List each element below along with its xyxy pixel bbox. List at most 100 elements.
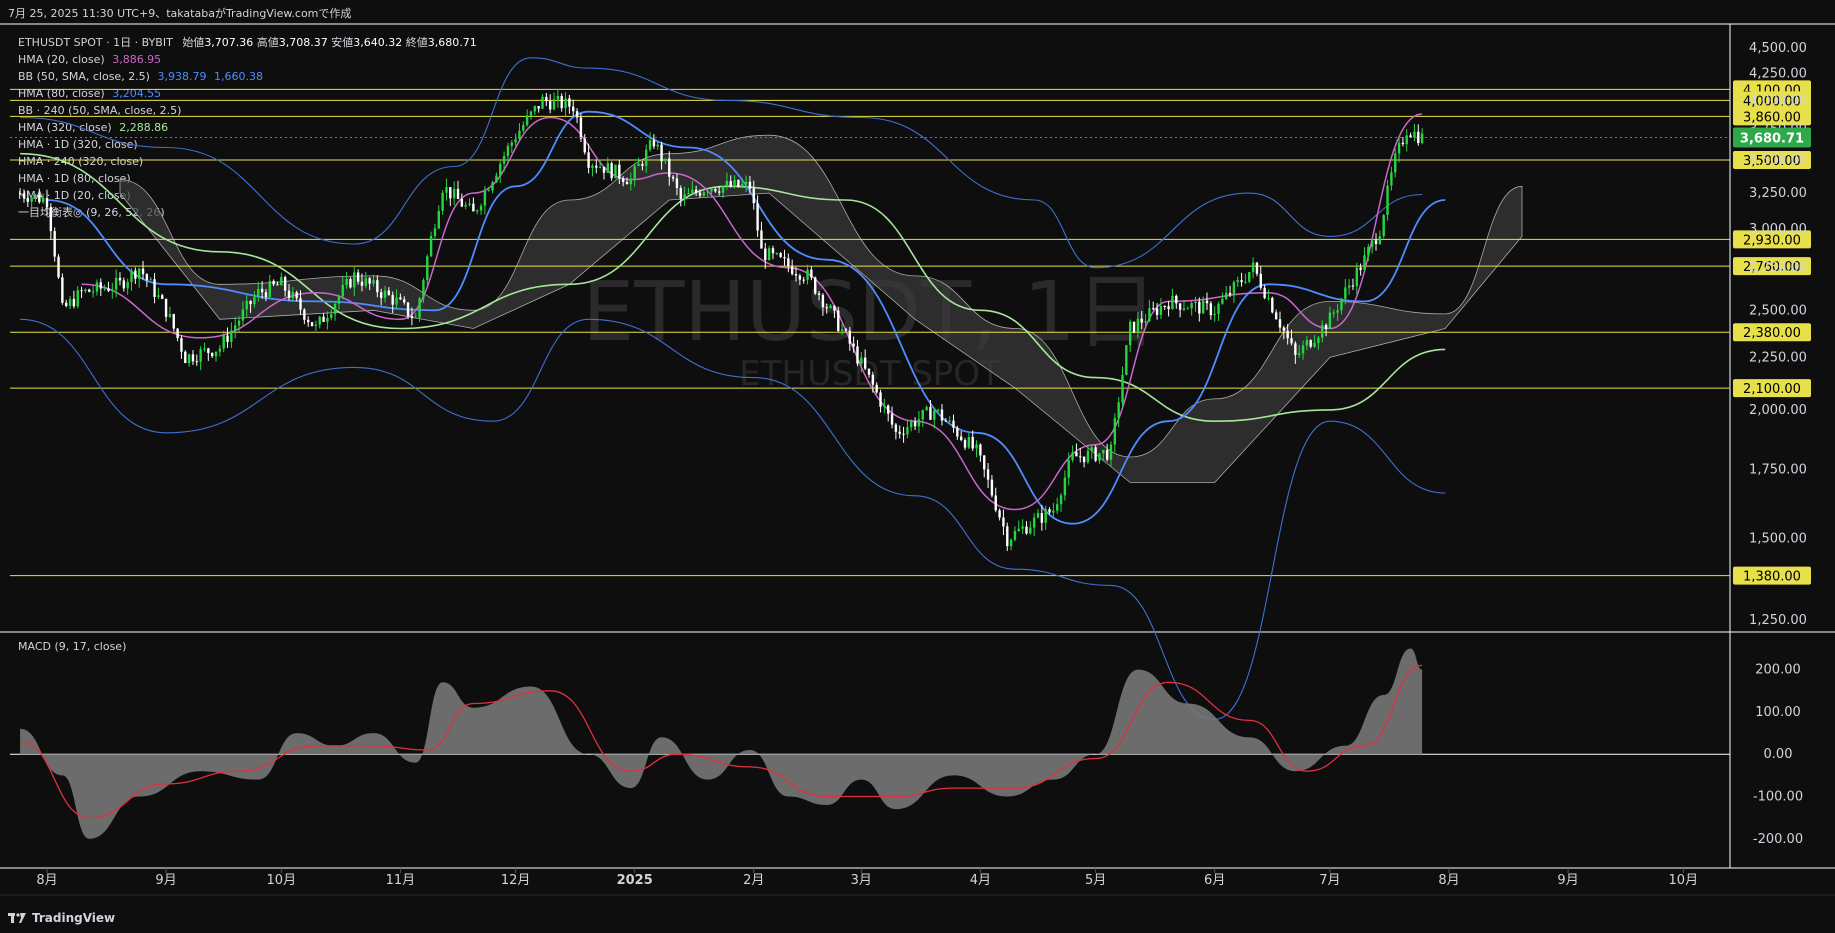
macd-tick-label: -200.00 — [1753, 832, 1803, 847]
candle-body — [222, 335, 225, 349]
candle-body — [506, 145, 510, 157]
candle-body — [848, 330, 851, 344]
candle-body — [1290, 338, 1293, 344]
candle-body — [787, 258, 790, 267]
candle-body — [111, 289, 114, 291]
candle-body — [721, 186, 725, 193]
candle-body — [1278, 319, 1282, 328]
candle-body — [1144, 321, 1147, 323]
candle-body — [341, 285, 344, 297]
candle-body — [153, 279, 156, 297]
candle-body — [1029, 527, 1032, 534]
candle-body — [168, 314, 172, 317]
candle-body — [479, 205, 483, 211]
candle-body — [883, 405, 886, 407]
candle-body — [1148, 308, 1151, 322]
candle-body — [1128, 321, 1132, 346]
candle-body — [22, 193, 26, 199]
candle-body — [940, 409, 944, 421]
candle-body — [633, 166, 636, 179]
candle-body — [652, 140, 656, 147]
candle-body — [299, 298, 302, 310]
candle-body — [65, 302, 68, 306]
tradingview-logo-icon — [8, 913, 26, 923]
price-tick-label: 2,500.00 — [1749, 303, 1807, 318]
candle-body — [1420, 133, 1424, 144]
candle-body — [545, 96, 548, 102]
candle-body — [460, 198, 464, 207]
candle-body — [68, 298, 72, 306]
candle-body — [280, 277, 283, 286]
candle-body — [1194, 301, 1197, 304]
candle-body — [1132, 321, 1136, 332]
candle-body — [72, 298, 76, 307]
time-tick-label: 9月 — [1557, 873, 1578, 888]
candle-body — [1163, 305, 1166, 307]
candle-body — [391, 294, 394, 305]
candle-body — [621, 178, 625, 182]
candle-body — [1317, 337, 1320, 343]
candle-body — [330, 314, 333, 318]
candle-body — [199, 349, 202, 362]
candle-body — [806, 269, 809, 280]
candle-body — [871, 374, 875, 385]
candle-body — [260, 288, 264, 293]
price-chart[interactable]: ETHUSDT, 1日ETHUSDT SPOT4,100.004,000.003… — [0, 0, 1835, 933]
candle-body — [702, 192, 706, 196]
candle-body — [1240, 280, 1243, 283]
candle-body — [379, 292, 383, 298]
price-tick-label: 1,250.00 — [1749, 613, 1807, 628]
candle-body — [80, 290, 83, 292]
candle-body — [114, 277, 118, 290]
candle-body — [894, 424, 898, 432]
candle-body — [103, 288, 106, 290]
time-tick-label: 10月 — [1669, 873, 1699, 888]
candle-body — [767, 248, 771, 261]
candle-body — [860, 357, 863, 364]
candle-body — [337, 296, 341, 304]
candle-body — [264, 292, 268, 297]
candle-body — [668, 158, 671, 177]
candle-body — [1198, 301, 1201, 314]
candle-body — [491, 182, 494, 191]
candle-body — [268, 280, 271, 297]
candle-body — [1263, 287, 1266, 298]
candle-body — [464, 205, 467, 207]
level-label: 2,100.00 — [1743, 382, 1801, 397]
candle-body — [1213, 313, 1216, 316]
candle-body — [383, 290, 387, 298]
candle-body — [210, 352, 214, 357]
candle-body — [1032, 517, 1036, 528]
candle-body — [1382, 215, 1385, 237]
candle-body — [898, 431, 901, 434]
candle-body — [863, 357, 867, 369]
level-label: 1,380.00 — [1743, 570, 1801, 585]
candle-body — [310, 322, 314, 327]
candle-body — [683, 194, 686, 200]
tradingview-footer[interactable]: TradingView — [8, 911, 115, 925]
candle-body — [671, 176, 675, 179]
candle-body — [560, 95, 563, 109]
candle-body — [1125, 345, 1128, 376]
candle-body — [810, 269, 813, 278]
candle-body — [38, 194, 41, 203]
candle-body — [164, 298, 168, 317]
candle-body — [1217, 303, 1220, 314]
candle-body — [249, 300, 252, 305]
macd-tick-label: -100.00 — [1753, 790, 1803, 805]
candle-body — [195, 361, 199, 363]
candle-body — [618, 164, 621, 179]
candle-body — [1140, 318, 1143, 323]
candle-body — [218, 348, 222, 352]
candle-body — [821, 295, 825, 308]
candle-body — [648, 140, 652, 150]
candle-body — [356, 272, 360, 282]
price-tick-label: 3,000.00 — [1749, 222, 1807, 237]
candle-body — [445, 187, 448, 193]
candle-body — [921, 409, 924, 420]
candle-body — [306, 319, 310, 323]
candle-body — [176, 328, 179, 339]
candle-body — [1167, 306, 1170, 310]
candle-body — [283, 277, 287, 291]
candle-body — [641, 163, 644, 166]
